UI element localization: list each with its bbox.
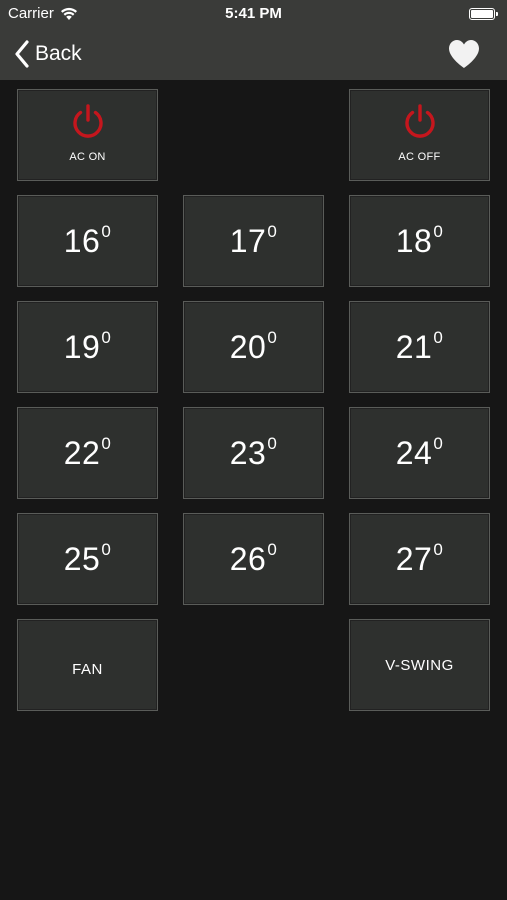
- back-label: Back: [35, 42, 82, 65]
- heart-icon: [449, 40, 479, 68]
- status-bar: Carrier 5:41 PM: [0, 0, 507, 28]
- temp-label: 260: [229, 539, 278, 577]
- temp-label: 230: [229, 433, 278, 471]
- power-icon: [404, 104, 435, 138]
- power-icon: [72, 104, 103, 138]
- temp-23-button[interactable]: 230: [183, 407, 324, 499]
- v-swing-button[interactable]: V-SWING: [349, 619, 490, 711]
- temp-label: 220: [63, 433, 112, 471]
- fan-label: FAN: [72, 660, 103, 678]
- temp-25-button[interactable]: 250: [17, 513, 158, 605]
- back-button[interactable]: Back: [14, 38, 82, 70]
- temp-22-button[interactable]: 220: [17, 407, 158, 499]
- ac-off-label: AC OFF: [398, 151, 441, 163]
- temp-27-button[interactable]: 270: [349, 513, 490, 605]
- temp-17-button[interactable]: 170: [183, 195, 324, 287]
- temp-label: 190: [63, 327, 112, 365]
- temp-label: 250: [63, 539, 112, 577]
- temp-24-button[interactable]: 240: [349, 407, 490, 499]
- remote-grid: AC ON AC OFF 160 170 180 190 200 210 220…: [0, 80, 507, 900]
- status-time: 5:41 PM: [225, 5, 282, 22]
- temp-26-button[interactable]: 260: [183, 513, 324, 605]
- temp-label: 200: [229, 327, 278, 365]
- ac-off-button[interactable]: AC OFF: [349, 89, 490, 181]
- temp-18-button[interactable]: 180: [349, 195, 490, 287]
- favorite-button[interactable]: [447, 38, 481, 70]
- temp-label: 210: [395, 327, 444, 365]
- ac-on-label: AC ON: [69, 151, 106, 163]
- temp-16-button[interactable]: 160: [17, 195, 158, 287]
- temp-19-button[interactable]: 190: [17, 301, 158, 393]
- temp-label: 270: [395, 539, 444, 577]
- temp-21-button[interactable]: 210: [349, 301, 490, 393]
- fan-button[interactable]: FAN: [17, 619, 158, 711]
- temp-label: 170: [229, 221, 278, 259]
- v-swing-label: V-SWING: [385, 656, 454, 674]
- temp-20-button[interactable]: 200: [183, 301, 324, 393]
- navigation-bar: Back: [0, 28, 507, 80]
- battery-icon: [469, 8, 498, 20]
- chevron-left-icon: [15, 40, 29, 68]
- ac-on-button[interactable]: AC ON: [17, 89, 158, 181]
- temp-label: 240: [395, 433, 444, 471]
- temp-label: 180: [395, 221, 444, 259]
- temp-label: 160: [63, 221, 112, 259]
